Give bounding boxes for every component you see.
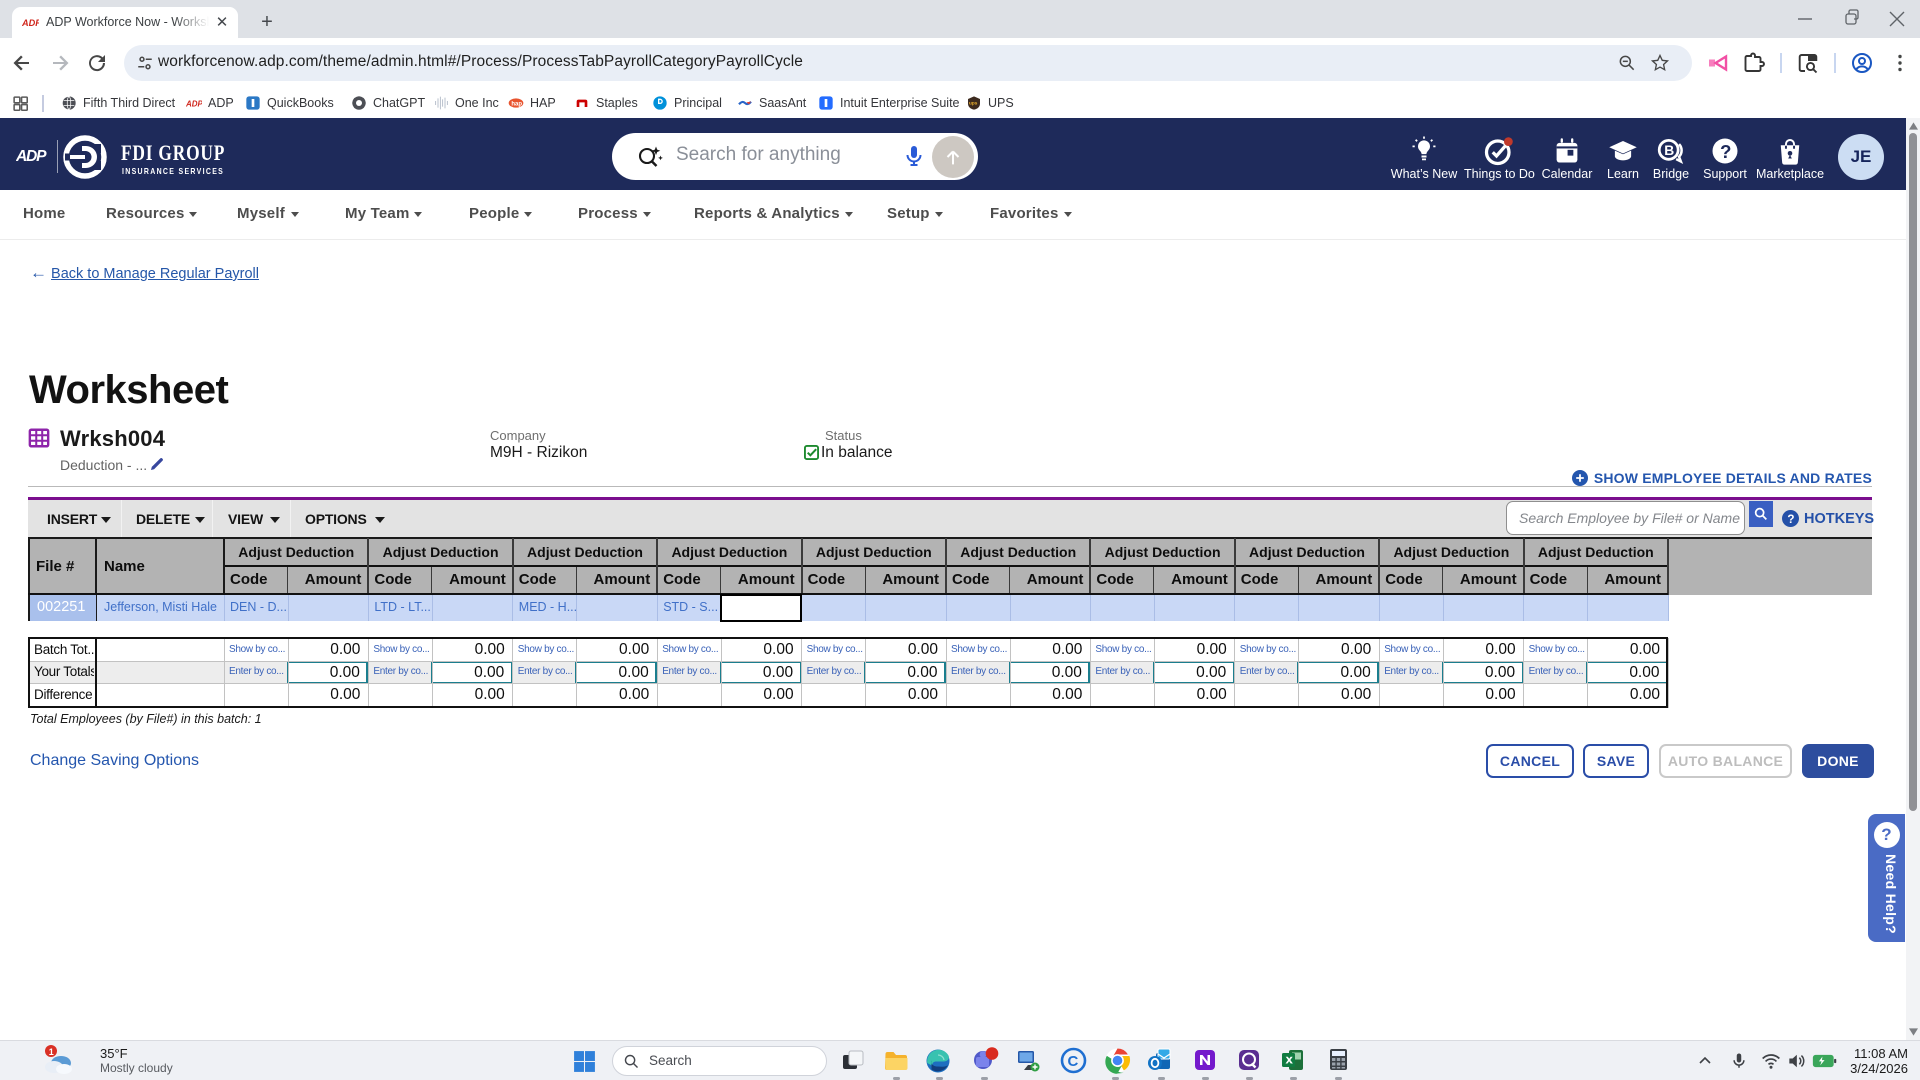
svg-text:1: 1	[49, 1047, 54, 1057]
svg-text:C: C	[1068, 1053, 1079, 1070]
